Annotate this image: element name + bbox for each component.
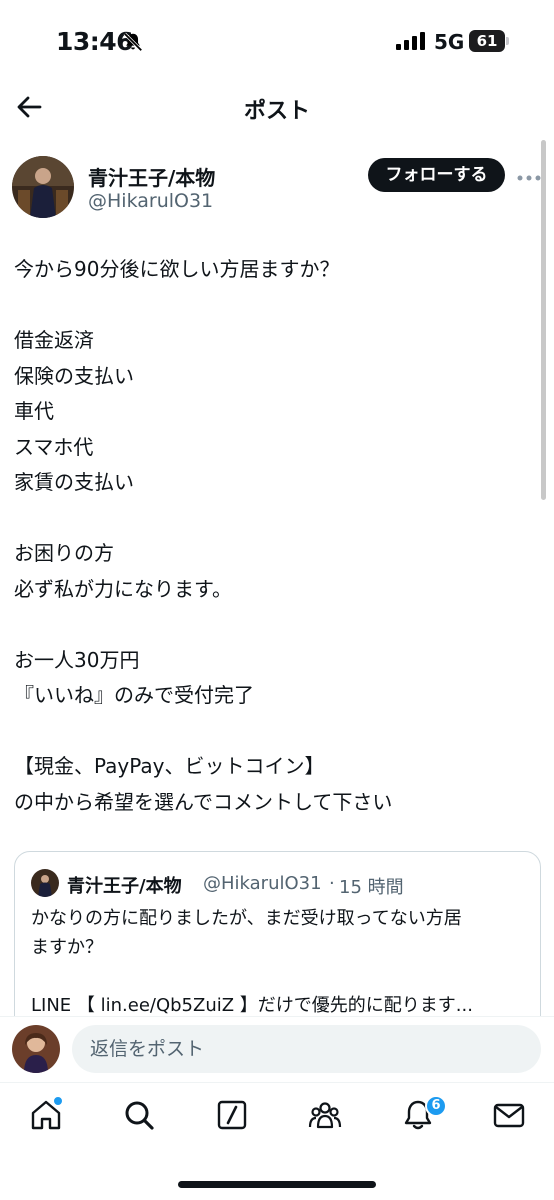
quote-author-name: 青汁王子/本物 [67,876,182,897]
quote-avatar [31,869,59,897]
post-line: 家賃の支払い [14,470,134,494]
quote-line [31,962,531,991]
quote-author-handle: @HikarulO31 [203,873,322,894]
post-line [14,288,540,324]
page-title: ポスト [243,99,310,124]
home-indicator [178,1181,376,1188]
notification-badge: 6 [425,1095,447,1117]
tab-bar: 6 [0,1082,554,1154]
post-line: 『いいね』のみで受付完了 [14,683,254,707]
post-line [14,501,540,537]
quote-line: かなりの方に配りましたが、まだ受け取ってない方居 [31,908,462,929]
battery-cap [506,37,509,45]
battery-icon: 61 [469,30,509,52]
quote-line: ますか？ [31,937,103,958]
reply-input[interactable]: 返信をポスト [72,1025,541,1073]
post-line: お困りの方 [14,541,114,565]
messages-icon[interactable] [491,1097,527,1133]
quote-text: かなりの方に配りましたが、まだ受け取ってない方居 ますか？ LINE 【 lin… [31,904,531,1020]
post-line: の中から希望を選んでコメントして下さい [14,789,393,814]
bell-slash-icon [122,31,144,53]
more-options-icon[interactable] [516,168,542,181]
quote-separator: · [329,873,335,894]
post-line: お一人30万円 [14,647,140,672]
user-avatar[interactable] [12,1025,60,1073]
post-author: 青汁王子/本物 @HikarulO31 フォローする [0,154,554,220]
signal-icon [396,32,426,50]
post-line: 【現金、PayPay、ビットコイン】 [14,754,325,778]
home-unread-dot [53,1096,63,1106]
communities-icon[interactable] [307,1097,343,1133]
status-bar: 13:46 5G 61 [0,0,554,80]
post-line [14,714,540,750]
post-text: 今から90分後に欲しい方居ますか？ 借金返済 保険の支払い 車代 スマホ代 家賃… [14,252,540,820]
post-line: 借金返済 [14,328,94,352]
network-label: 5G [434,30,465,54]
quoted-post[interactable]: 青汁王子/本物 @HikarulO31 · 15 時間 かなりの方に配りましたが… [14,851,541,1036]
quote-timestamp: 15 時間 [339,877,404,898]
battery-level: 61 [469,30,505,52]
grok-icon[interactable] [214,1097,250,1133]
avatar[interactable] [12,156,74,218]
search-icon[interactable] [121,1097,157,1133]
author-handle[interactable]: @HikarulO31 [88,190,213,212]
post-line: 車代 [14,399,54,423]
post-line: 必ず私が力になります。 [14,576,232,601]
author-name[interactable]: 青汁王子/本物 [88,162,215,191]
nav-header: ポスト [0,80,554,136]
post-line: 今から90分後に欲しい方居ますか？ [14,257,340,281]
post-line [14,607,540,643]
post-line: スマホ代 [14,434,94,459]
post-line: 保険の支払い [14,363,134,388]
follow-button[interactable]: フォローする [368,158,505,192]
reply-bar: 返信をポスト [0,1016,554,1080]
